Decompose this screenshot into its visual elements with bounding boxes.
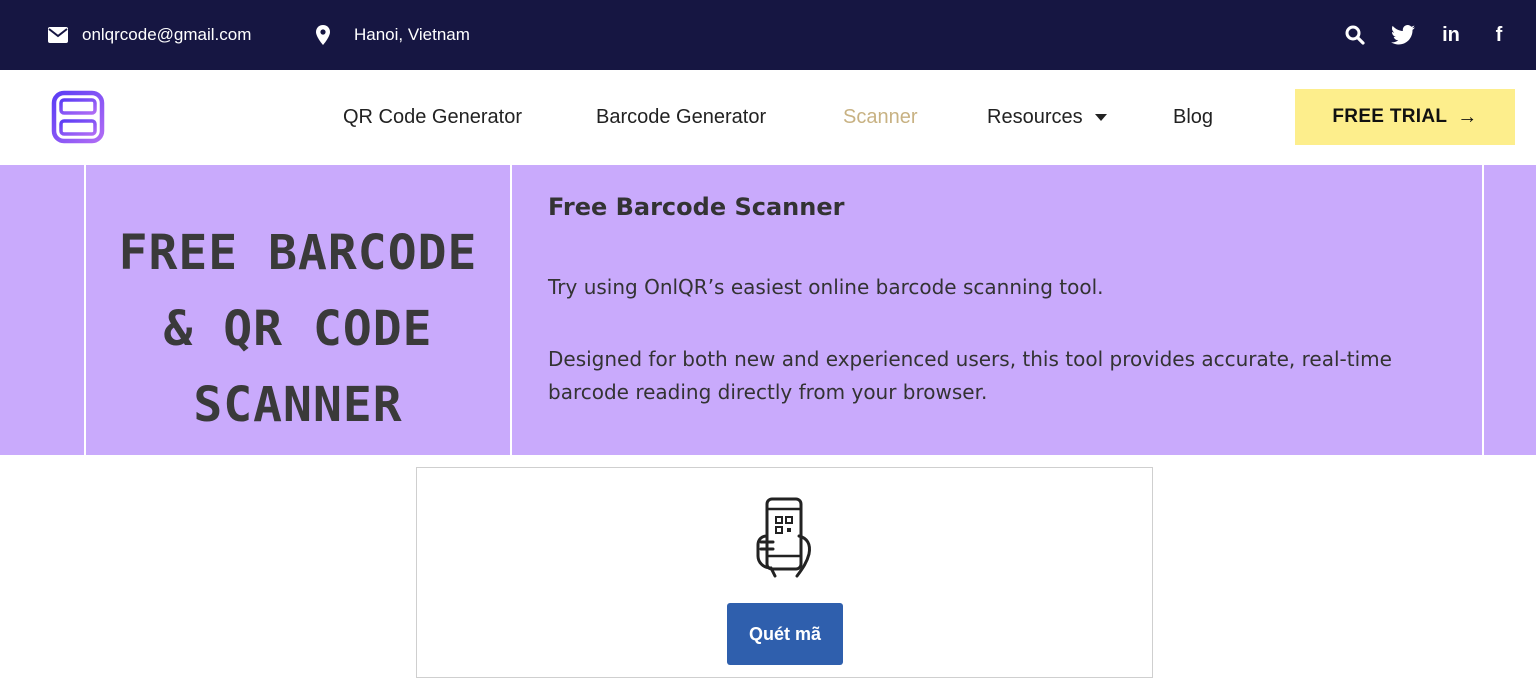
hero-title: FREE BARCODE & QR CODE SCANNER [86,215,510,443]
main-nav: QR Code Generator Barcode Generator Scan… [0,70,1536,165]
hero-subtitle: Free Barcode Scanner [548,193,845,221]
logo-icon [51,90,105,144]
hero-divider [510,165,512,455]
phone-scan-icon [756,497,811,578]
nav-link-qr-generator[interactable]: QR Code Generator [343,106,522,129]
contact-location: Hanoi, Vietnam [316,0,470,70]
hero-title-line: & QR CODE [163,301,433,357]
nav-item-qr-generator[interactable]: QR Code Generator [343,70,522,165]
site-logo[interactable] [51,90,105,144]
nav-link-scanner[interactable]: Scanner [843,106,918,129]
hero-description-2: Designed for both new and experienced us… [548,347,1392,404]
nav-link-resources[interactable]: Resources [987,106,1083,129]
mail-icon [48,27,68,43]
nav-item-blog[interactable]: Blog [1173,70,1213,165]
hero-divider [1482,165,1484,455]
facebook-icon[interactable]: f [1484,20,1514,50]
nav-item-barcode-generator[interactable]: Barcode Generator [596,70,766,165]
scan-button[interactable]: Quét mã [727,603,843,665]
nav-item-scanner[interactable]: Scanner [843,70,918,165]
social-links: in f [1322,0,1514,70]
nav-link-barcode-generator[interactable]: Barcode Generator [596,106,766,129]
free-trial-button[interactable]: FREE TRIAL → [1295,89,1515,145]
top-bar: onlqrcode@gmail.com Hanoi, Vietnam in f [0,0,1536,70]
map-pin-icon [316,25,330,45]
email-text: onlqrcode@gmail.com [82,25,252,44]
arrow-right-icon: → [1457,105,1478,128]
location-text: Hanoi, Vietnam [354,25,470,44]
chevron-down-icon [1094,114,1107,121]
free-trial-label: FREE TRIAL [1332,106,1448,127]
nav-link-blog[interactable]: Blog [1173,106,1213,129]
hero-title-line: FREE BARCODE [118,225,478,281]
nav-item-resources[interactable]: Resources [987,70,1107,165]
hero-description-1: Try using OnlQR’s easiest online barcode… [548,275,1104,299]
contact-email[interactable]: onlqrcode@gmail.com [48,0,251,70]
scanner-panel: Quét mã [416,467,1153,678]
hero-section: FREE BARCODE & QR CODE SCANNER Free Barc… [0,165,1536,455]
hero-title-line: SCANNER [193,377,403,433]
linkedin-icon[interactable]: in [1436,20,1466,50]
twitter-icon[interactable] [1388,20,1418,50]
search-icon[interactable] [1340,20,1370,50]
